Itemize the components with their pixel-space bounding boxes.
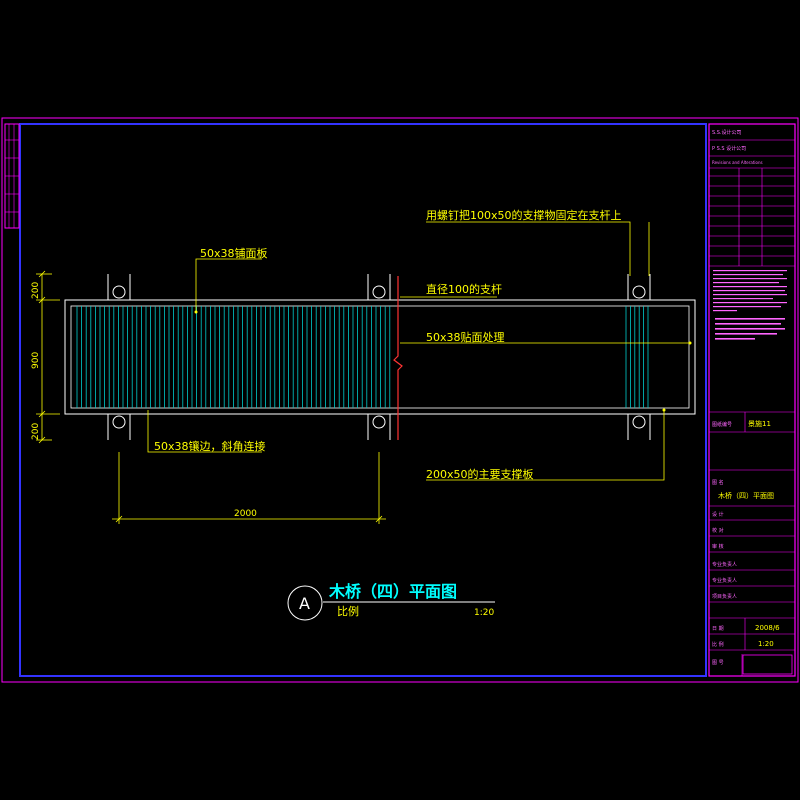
deck-inner-outline [70,305,690,409]
post-circle [112,415,126,429]
annotation-post: 直径100的支杆 [426,282,502,296]
annotation-main-beam: 200x50的主要支撑板 [426,467,534,481]
value-title: 木桥（四）平面图 [718,491,774,500]
title-symbol: A [299,594,310,613]
field-check: 校 对 [712,527,724,534]
cad-drawing: S.S.设计公司 P S.S 设计公司 Revisions and Altera… [1,117,799,683]
dim-top: 200 [31,282,41,299]
title-block-fine-print [713,270,787,340]
dim-bottom: 200 [31,423,41,440]
post-circle [372,415,386,429]
title-block-stamp-box [742,654,793,675]
field-project-leader: 项目负责人 [712,593,737,600]
header-1: S.S.设计公司 [712,129,742,136]
annotation-nail-bolt: 用螺钉把100x50的支撑物固定在支杆上 [426,208,622,222]
deck-planks-right [625,306,649,408]
field-review: 审 核 [712,543,724,550]
value-scale: 1:20 [758,640,774,648]
deck-planks [76,306,391,408]
value-drawing-no: 景施11 [748,419,771,428]
field-leader-1: 专业负责人 [712,561,737,568]
field-sheet: 图 号 [712,660,724,666]
field-leader-2: 专业负责人 [712,577,737,584]
annotation-deck-board: 50x38铺面板 [200,246,268,260]
leader-dot [194,310,198,314]
post-circle [632,285,646,299]
scale-label: 比例 [337,604,359,618]
field-drawing-no: 图纸编号 [712,421,732,428]
left-strip-lines [5,124,19,228]
section-break-line [393,276,403,440]
drawing-title: 木桥（四）平面图 [328,582,457,601]
annotation-surface-treatment: 50x38贴面处理 [426,330,505,344]
dim-middle: 900 [31,352,41,369]
post-circle [112,285,126,299]
leader-dot [662,408,666,412]
post-group-left [107,274,131,440]
scale-value: 1:20 [474,608,494,618]
dim-span: 2000 [234,509,257,519]
post-circle [372,285,386,299]
value-date: 2008/6 [755,624,780,632]
leader-dot [688,341,692,345]
post-circle [632,415,646,429]
field-design: 设 计 [712,511,724,518]
field-title: 图 名 [712,479,724,486]
header-2: P S.S 设计公司 [712,145,746,152]
annotation-edge-strip: 50x38镶边，斜角连接 [154,439,266,453]
field-date: 日 期 [712,626,724,632]
revisions-label: Revisions and Alterations [712,160,763,165]
field-scale: 比 例 [712,641,724,648]
